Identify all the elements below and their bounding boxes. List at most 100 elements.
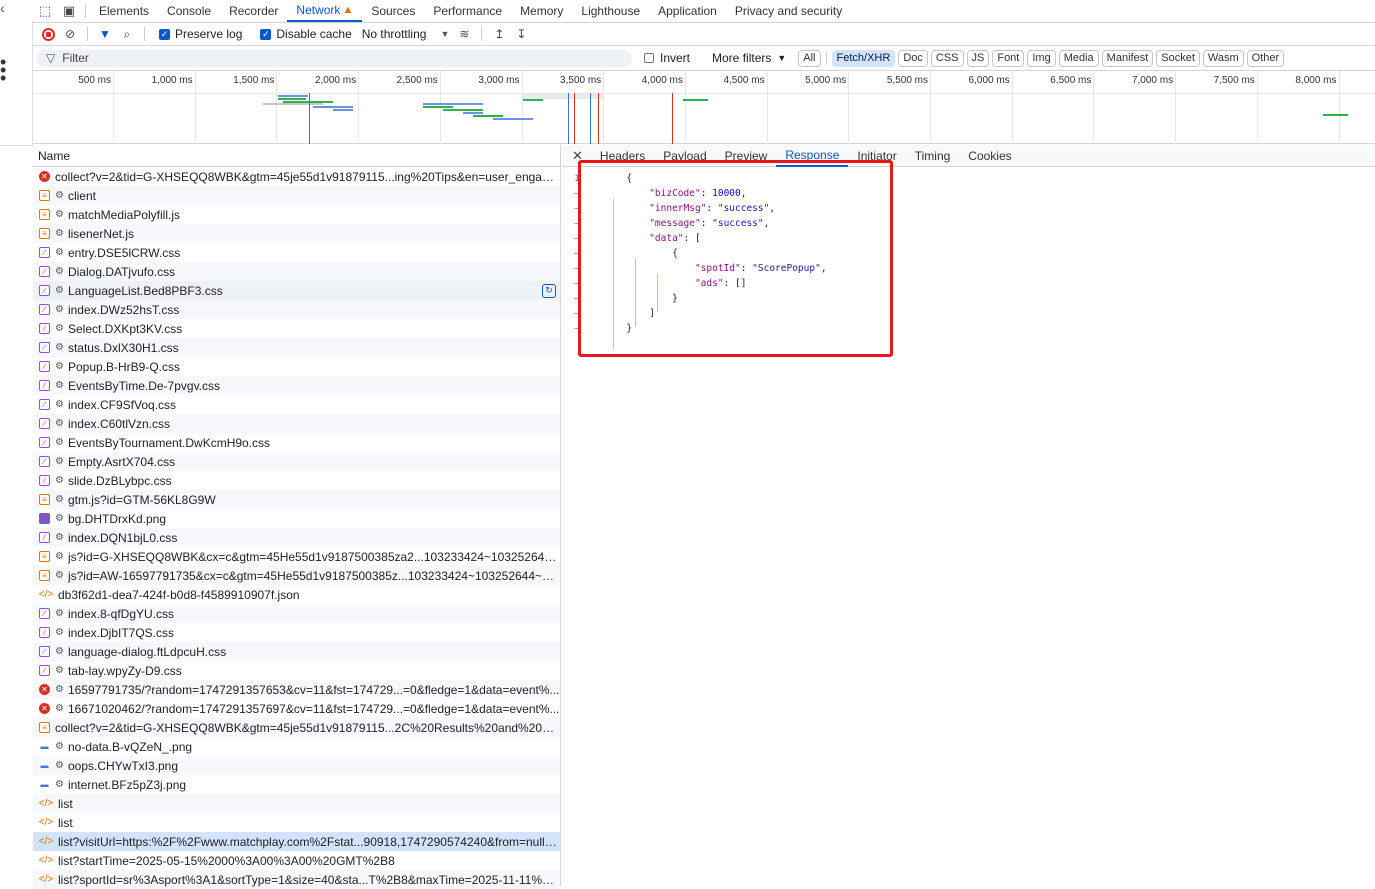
chip-fetch-xhr[interactable]: Fetch/XHR [831,49,896,67]
request-row[interactable]: ≡ ⚙ js?id=G-XHSEQQ8WBK&cx=c&gtm=45He55d1v9… [33,547,560,566]
request-row[interactable]: ∕ ⚙ language-dialog.ftLdpcuH.css [33,642,560,661]
tab-initiator[interactable]: Initiator [848,145,905,167]
request-row[interactable]: ▬ ⚙ internet.BFz5pZ3j.png [33,775,560,794]
chip-socket[interactable]: Socket [1156,49,1200,67]
gear-icon: ⚙ [55,551,64,562]
column-header-name[interactable]: Name [33,145,560,167]
request-row[interactable]: ▬ ⚙ no-data.B-vQZeN_.png [33,737,560,756]
chip-other[interactable]: Other [1246,49,1285,67]
close-icon[interactable]: ✕ [572,148,583,164]
request-row[interactable]: </> list [33,794,560,813]
tab-sources[interactable]: Sources [362,0,424,22]
tab-application[interactable]: Application [649,0,726,22]
request-row[interactable]: ∕ ⚙ index.DWz52hsT.css [33,300,560,319]
request-row[interactable]: ∕ ⚙ EventsByTime.De-7pvgv.css [33,376,560,395]
request-row[interactable]: </> list?startTime=2025-05-15%2000%3A00%3… [33,851,560,870]
chip-font[interactable]: Font [992,49,1025,67]
tab-cookies[interactable]: Cookies [959,145,1020,167]
tab-console[interactable]: Console [158,0,220,22]
request-row[interactable]: ⚙ bg.DHTDrxKd.png [33,509,560,528]
request-row[interactable]: ∕ ⚙ status.DxlX30H1.css [33,338,560,357]
request-row[interactable]: ∕ ⚙ EventsByTournament.DwKcmH9o.css [33,433,560,452]
tab-network[interactable]: Network ▲ [287,0,363,22]
chip-manifest[interactable]: Manifest [1101,49,1154,67]
network-overview-timeline[interactable]: 500 ms 1,000 ms 1,500 ms 2,000 ms 2,500 ms 3,… [33,71,1375,144]
line-number: – [574,293,580,304]
timeline-request-bar [473,115,503,117]
request-row[interactable]: </> list?visitUrl=https:%2F%2Fwww.matchpl… [33,832,560,851]
request-row[interactable]: ≡ ⚙ client [33,186,560,205]
tab-preview[interactable]: Preview [716,145,777,167]
request-row[interactable]: ∕ ⚙ Empty.AsrtX704.css [33,452,560,471]
request-row[interactable]: ✕ ⚙ 16671020462/?random=1747291357697&cv=1… [33,699,560,718]
import-har-icon[interactable]: ↥ [488,24,510,44]
request-row[interactable]: </> db3f62d1-dea7-424f-b0d8-f4589910907f.… [33,585,560,604]
request-row[interactable]: ∕ ⚙ index.8-qfDgYU.css [33,604,560,623]
device-toolbar-icon[interactable]: ▣ [57,0,81,22]
chip-media[interactable]: Media [1058,49,1099,67]
timeline-tick-label: 3,000 ms [478,75,520,86]
request-row[interactable]: ≡ collect?v=2&tid=G-XHSEQQ8WBK&gtm=45je55… [33,718,560,737]
invert-checkbox[interactable]: Invert [644,51,690,65]
chip-img[interactable]: Img [1027,49,1056,67]
chip-css[interactable]: CSS [930,49,964,67]
preserve-log-checkbox[interactable]: ✓ Preserve log [159,27,242,41]
request-row[interactable]: ✕ ⚙ 16597791735/?random=1747291357653&cv=1… [33,680,560,699]
request-row[interactable]: </> list?sportId=sr%3Asport%3A1&sortType=… [33,870,560,889]
request-row[interactable]: ≡ ⚙ js?id=AW-16597791735&cx=c&gtm=45He55d1… [33,566,560,585]
filter-funnel-icon[interactable]: ▼ [94,24,116,44]
request-row[interactable]: ✕ collect?v=2&tid=G-XHSEQQ8WBK&gtm=45je55… [33,167,560,186]
request-row[interactable]: ≡ ⚙ lisenerNet.js [33,224,560,243]
chevron-left-icon[interactable]: ‹ [0,0,5,16]
stop-recording-button[interactable] [37,24,59,44]
request-row[interactable]: </> list [33,813,560,832]
tab-privacy-security[interactable]: Privacy and security [726,0,851,22]
request-row[interactable]: ∕ ⚙ Popup.B-HrB9-Q.css [33,357,560,376]
timeline-event-marker [598,93,599,144]
filter-bar: ▽ Filter Invert More filters ▼ All Fetch… [33,46,1375,71]
more-filters-dropdown[interactable]: More filters ▼ [712,51,786,65]
chip-all[interactable]: All [798,49,821,67]
clear-icon[interactable]: ⊘ [59,24,81,44]
throttling-select[interactable]: No throttling ▼ [362,27,450,41]
request-row[interactable]: ≡ ⚙ gtm.js?id=GTM-56KL8G9W [33,490,560,509]
inspect-element-icon[interactable]: ⬚ [33,0,57,22]
tab-response[interactable]: Response [776,145,849,167]
more-vert-icon[interactable]: • • • [0,53,6,87]
filter-input[interactable]: ▽ Filter [37,49,632,67]
request-row[interactable]: ∕ ⚙ index.CF9SfVoq.css [33,395,560,414]
request-row[interactable]: ▬ ⚙ oops.CHYwTxI3.png [33,756,560,775]
chip-js[interactable]: JS [966,49,990,67]
request-row[interactable]: ∕ ⚙ tab-lay.wpyZy-D9.css [33,661,560,680]
reveal-in-sources-icon[interactable]: ↻ [542,283,556,298]
request-name: 16671020462/?random=1747291357697&cv=11&… [67,701,560,716]
gear-icon: ⚙ [55,209,64,220]
tab-elements[interactable]: Elements [90,0,158,22]
request-row[interactable]: ∕ ⚙ index.C60tlVzn.css [33,414,560,433]
request-row[interactable]: ∕ ⚙ LanguageList.Bed8PBF3.css ↻ [33,281,560,300]
timeline-request-bar [443,109,483,111]
response-body[interactable]: 1 { – "bizCode": 10000, – "innerMsg": "s… [562,171,827,349]
tab-timing[interactable]: Timing [906,145,960,167]
request-row[interactable]: ∕ ⚙ Dialog.DATjvufo.css [33,262,560,281]
request-row[interactable]: ∕ ⚙ Select.DXKpt3KV.css [33,319,560,338]
request-row[interactable]: ∕ ⚙ index.DQN1bjL0.css [33,528,560,547]
code-text: } [592,293,678,304]
tab-headers[interactable]: Headers [591,145,654,167]
tab-lighthouse[interactable]: Lighthouse [572,0,649,22]
tab-performance[interactable]: Performance [424,0,511,22]
search-icon[interactable]: ⌕ [116,24,138,44]
disable-cache-checkbox[interactable]: ✓ Disable cache [260,27,352,41]
chip-doc[interactable]: Doc [898,49,928,67]
request-row[interactable]: ≡ ⚙ matchMediaPolyfill.js [33,205,560,224]
tab-memory[interactable]: Memory [511,0,572,22]
export-har-icon[interactable]: ↧ [510,24,532,44]
tab-recorder[interactable]: Recorder [220,0,287,22]
tab-payload[interactable]: Payload [654,145,715,167]
gear-icon: ⚙ [55,304,64,315]
request-row[interactable]: ∕ ⚙ entry.DSE5lCRW.css [33,243,560,262]
chip-wasm[interactable]: Wasm [1202,49,1244,67]
network-conditions-icon[interactable]: ≋ [453,24,475,44]
request-row[interactable]: ∕ ⚙ index.DjbIT7QS.css [33,623,560,642]
request-row[interactable]: ∕ ⚙ slide.DzBLybpc.css [33,471,560,490]
